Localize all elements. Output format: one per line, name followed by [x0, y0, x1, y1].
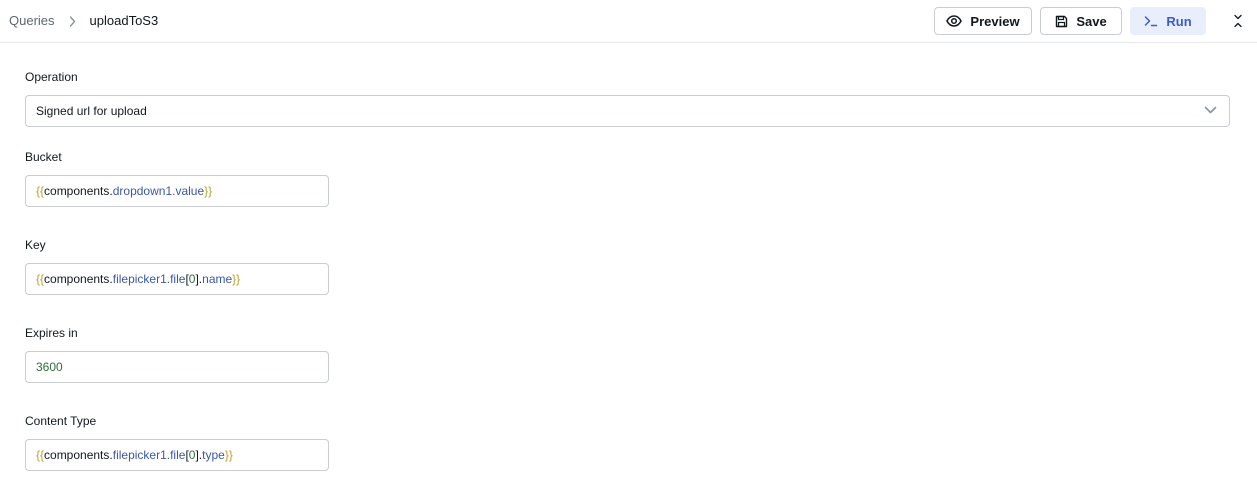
operation-label: Operation [25, 70, 78, 84]
breadcrumb: Queries uploadToS3 [9, 12, 158, 30]
bucket-label: Bucket [25, 150, 62, 164]
run-label: Run [1166, 13, 1192, 29]
template-property: name [202, 272, 233, 286]
eye-icon [946, 15, 963, 27]
template-property: dropdown1.value [112, 184, 205, 198]
terminal-prompt-icon [1144, 15, 1158, 27]
content-type-label: Content Type [25, 414, 97, 428]
template-close-brace: }} [204, 184, 213, 198]
template-open-brace: {{ [36, 448, 45, 462]
key-input[interactable]: {{components.filepicker1.file[0].name}} [25, 263, 329, 295]
save-label: Save [1076, 13, 1107, 29]
template-close-brace: }} [232, 272, 241, 286]
template-object: components. [44, 448, 113, 462]
operation-select[interactable]: Signed url for upload [25, 95, 1230, 127]
preview-label: Preview [970, 13, 1020, 29]
template-close-brace: }} [224, 448, 233, 462]
template-open-brace: {{ [36, 184, 45, 198]
expires-value: 3600 [36, 360, 63, 374]
preview-button[interactable]: Preview [934, 7, 1032, 35]
expires-label: Expires in [25, 326, 78, 340]
template-object: components. [44, 272, 113, 286]
query-name[interactable]: uploadToS3 [90, 12, 159, 30]
operation-value: Signed url for upload [36, 104, 147, 118]
collapse-vertical-icon[interactable] [1231, 13, 1245, 29]
template-property: type [202, 448, 225, 462]
breadcrumb-queries[interactable]: Queries [9, 12, 55, 30]
save-button[interactable]: Save [1040, 7, 1122, 35]
key-label: Key [25, 238, 46, 252]
content-type-input[interactable]: {{components.filepicker1.file[0].type}} [25, 439, 329, 471]
expires-input[interactable]: 3600 [25, 351, 329, 383]
template-open-brace: {{ [36, 272, 45, 286]
template-object: components. [44, 184, 113, 198]
run-button[interactable]: Run [1130, 7, 1206, 35]
chevron-right-icon [69, 15, 76, 27]
template-property: filepicker1.file [112, 272, 186, 286]
bucket-input[interactable]: {{components.dropdown1.value}} [25, 175, 329, 207]
floppy-disk-icon [1055, 15, 1068, 28]
chevron-down-icon [1204, 106, 1217, 114]
template-property: filepicker1.file [112, 448, 186, 462]
query-header: Queries uploadToS3 Preview Save Run [0, 0, 1257, 43]
